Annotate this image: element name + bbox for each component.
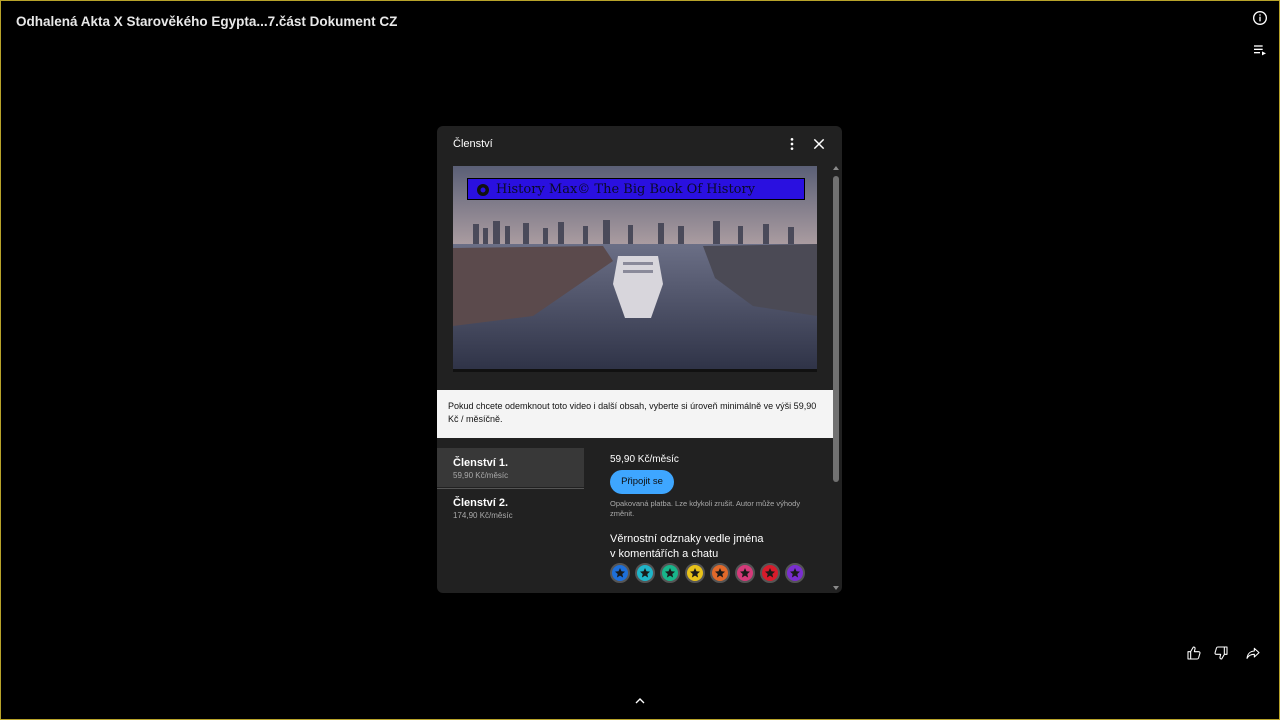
loyalty-badge-icon: [710, 563, 730, 583]
chevron-up-icon[interactable]: [632, 693, 648, 709]
loyalty-badge-icon: [610, 563, 630, 583]
loyalty-badge-icon: [760, 563, 780, 583]
loyalty-badge-icon: [635, 563, 655, 583]
tier-price: 59,90 Kč/měsíc: [453, 471, 509, 480]
tier-name: Členství 2.: [453, 497, 509, 509]
loyalty-badges: [610, 563, 825, 585]
tier-item-1[interactable]: Členství 1. 59,90 Kč/měsíc: [437, 448, 584, 487]
playlist-icon[interactable]: [1252, 42, 1268, 58]
perk-line-1: Věrnostní odznaky vedle jména: [610, 533, 764, 545]
tier-divider: [437, 488, 584, 489]
video-thumbnail: History Max© The Big Book Of History: [453, 166, 817, 372]
membership-dialog: Členství History Max© The Big Book Of Hi…: [437, 126, 842, 593]
loyalty-badge-icon: [785, 563, 805, 583]
fine-print: Opakovaná platba. Lze kdykoli zrušit. Au…: [610, 499, 801, 518]
thumbnail-banner-text: History Max© The Big Book Of History: [496, 182, 756, 197]
unlock-notice: Pokud chcete odemknout toto video i dalš…: [437, 390, 833, 438]
loyalty-badge-icon: [685, 563, 705, 583]
info-icon[interactable]: [1252, 10, 1268, 26]
loyalty-badge-icon: [660, 563, 680, 583]
scroll-thumb[interactable]: [833, 176, 839, 482]
loyalty-badge-icon: [735, 563, 755, 583]
tier-price: 174,90 Kč/měsíc: [453, 511, 513, 520]
history-logo-icon: [477, 184, 489, 196]
video-title[interactable]: Odhalená Akta X Starověkého Egypta...7.č…: [16, 14, 397, 29]
tier-name: Členství 1.: [453, 457, 509, 469]
detail-price: 59,90 Kč/měsíc: [610, 454, 679, 465]
scroll-up-arrow[interactable]: [833, 166, 839, 170]
join-button[interactable]: Připojit se: [610, 470, 674, 494]
dialog-header: Členství: [437, 126, 842, 162]
scroll-down-arrow[interactable]: [833, 586, 839, 590]
dialog-title: Členství: [453, 138, 493, 150]
thumb-up-icon[interactable]: [1186, 645, 1202, 661]
more-vert-icon[interactable]: [784, 136, 800, 152]
perk-line-2: v komentářích a chatu: [610, 548, 719, 560]
close-icon[interactable]: [811, 136, 827, 152]
share-icon[interactable]: [1245, 645, 1261, 661]
thumb-down-icon[interactable]: [1213, 645, 1229, 661]
perk-title: Věrnostní odznaky vedle jména v komentář…: [610, 532, 822, 562]
dialog-scrollbar[interactable]: [833, 166, 839, 590]
thumbnail-banner: History Max© The Big Book Of History: [467, 178, 805, 200]
tier-item-2[interactable]: Členství 2. 174,90 Kč/měsíc: [437, 488, 584, 527]
